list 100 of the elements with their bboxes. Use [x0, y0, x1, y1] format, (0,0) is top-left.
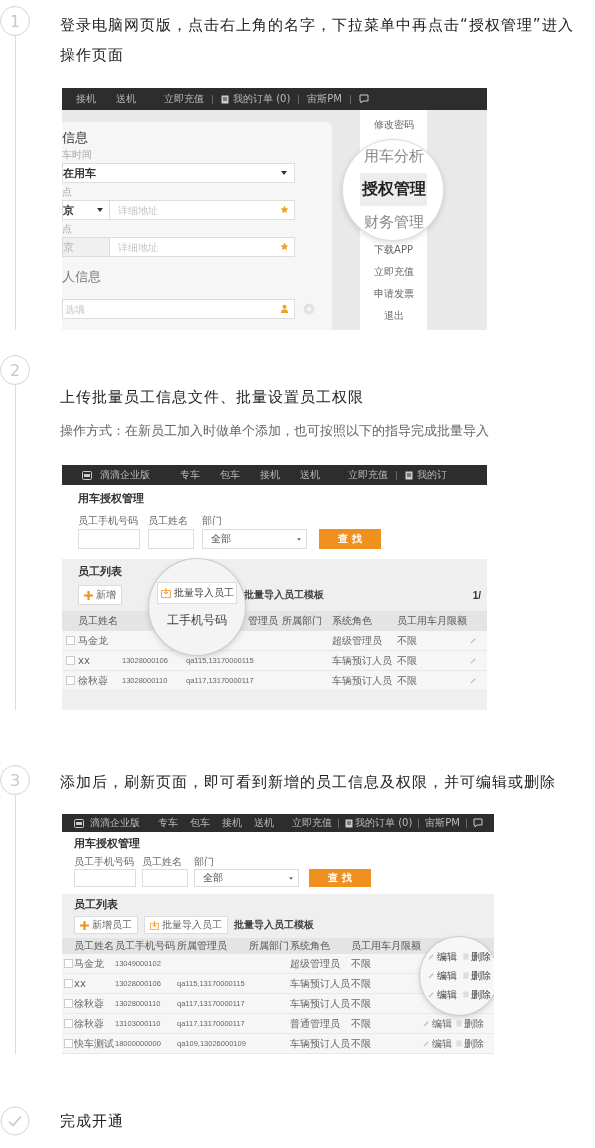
table-cell-text: 徐秋蓉: [74, 1016, 105, 1031]
edit-link[interactable]: 编辑: [427, 968, 457, 983]
table-cell-text: 超级管理员: [332, 633, 383, 648]
column-header: 所属部门: [282, 614, 323, 628]
user-name-link[interactable]: 宙斯PM: [425, 816, 460, 830]
field-label: 部门: [194, 856, 215, 867]
city-select[interactable]: 京: [62, 200, 110, 220]
nav-link[interactable]: 接机: [222, 816, 242, 830]
column-header: 所属管理员: [177, 939, 228, 953]
nav-link[interactable]: 专车: [158, 816, 178, 830]
delete-link[interactable]: 删除: [462, 949, 491, 964]
field-label: 员工手机号码: [78, 515, 139, 526]
page-indicator: 1/: [472, 589, 481, 601]
step-instruction: 添加后，刷新页面，即可看到新增的员工信息及权限，并可编辑或删除: [60, 772, 557, 793]
table-cell-text: 不限: [397, 673, 418, 688]
table-cell-text: 不限: [351, 956, 372, 971]
section-title: 人信息: [62, 269, 101, 285]
edit-link[interactable]: 编辑: [423, 1016, 452, 1031]
import-button[interactable]: 批量导入员工: [144, 916, 228, 934]
nav-link[interactable]: 接机: [76, 92, 96, 106]
edit-link[interactable]: 编辑: [427, 949, 457, 964]
nav-link[interactable]: 送机: [116, 92, 136, 106]
table-cell-text: 不限: [351, 996, 372, 1011]
step-instruction: 登录电脑网页版，点击右上角的名字，下拉菜单中再点击“授权管理”进入操作页面: [60, 15, 575, 66]
template-download-link[interactable]: 批量导入员工模板: [234, 918, 314, 932]
column-header: 管理员: [248, 614, 279, 628]
nav-link[interactable]: 送机: [254, 816, 274, 830]
recharge-link[interactable]: 立即充值: [292, 816, 332, 830]
step-instruction: 上传批量员工信息文件、批量设置员工权限: [60, 387, 365, 408]
page-title: 用车授权管理: [77, 490, 145, 507]
add-employee-button[interactable]: 新增员工: [74, 916, 138, 934]
column-header: 员工姓名: [74, 939, 115, 953]
column-header: 员工手机号码: [115, 939, 176, 953]
orders-link[interactable]: 我的订: [417, 468, 447, 482]
table-cell-text: 普通管理员: [290, 1016, 341, 1031]
template-download-link[interactable]: 批量导入员工模板: [244, 588, 324, 602]
column-header: 员工用车月限额: [397, 614, 468, 628]
table-cell-text: 马金龙: [78, 633, 109, 648]
orders-link[interactable]: 我的订单 (0): [233, 92, 291, 106]
department-select[interactable]: 全部: [194, 869, 299, 887]
time-select[interactable]: 在用车: [62, 163, 295, 183]
table-cell-text: 徐秋蓉: [74, 996, 105, 1011]
menu-item[interactable]: 用车分析: [360, 140, 427, 173]
field-label: 点: [62, 185, 72, 198]
table-cell-text: 不限: [351, 1036, 372, 1051]
field-label: 点: [62, 222, 72, 235]
recharge-link[interactable]: 立即充值: [348, 468, 388, 482]
table-cell-text: xx: [74, 978, 87, 989]
menu-item[interactable]: 立即充值: [360, 261, 427, 283]
orders-link[interactable]: 我的订单 (0): [355, 816, 413, 830]
menu-item[interactable]: 修改密码: [360, 110, 427, 140]
table-cell: 车辆预订人员: [290, 976, 351, 991]
import-button[interactable]: 批量导入员工: [157, 582, 237, 604]
table-cell-text: 不限: [397, 653, 418, 668]
menu-item[interactable]: 申请发票: [360, 283, 427, 305]
field-label: 员工姓名: [148, 515, 189, 526]
table-cell-text: 徐秋蓉: [78, 673, 109, 688]
brand-name[interactable]: 滴滴企业版: [100, 468, 150, 482]
table-cell: 快车测试: [74, 1036, 115, 1051]
column-header: 工手机号码: [167, 612, 227, 629]
delete-link[interactable]: 删除: [456, 1016, 484, 1031]
table-cell-text: 马金龙: [74, 956, 105, 971]
brand-name[interactable]: 滴滴企业版: [90, 816, 140, 830]
menu-item[interactable]: 下载APP: [360, 239, 427, 261]
nav-link[interactable]: 接机: [260, 468, 280, 482]
step-description: 操作方式：在新员工加入时做单个添加，也可按照以下的指导完成批量导入: [60, 422, 490, 440]
menu-item[interactable]: 退出: [360, 305, 427, 327]
delete-link[interactable]: 删除: [456, 1036, 484, 1051]
edit-link[interactable]: 编辑: [427, 987, 457, 1002]
menu-item[interactable]: 财务管理: [360, 206, 427, 239]
menu-item[interactable]: 授权管理: [360, 173, 427, 206]
nav-link[interactable]: 包车: [220, 468, 240, 482]
column-header: 系统角色: [290, 939, 331, 953]
column-header: 所属部门: [249, 939, 290, 953]
section-title: 员工列表: [73, 898, 119, 912]
table-cell-text: 不限: [351, 976, 372, 991]
table-cell-text: 车辆预订人员: [332, 653, 393, 668]
delete-link[interactable]: 删除: [462, 968, 491, 983]
recharge-link[interactable]: 立即充值: [164, 92, 204, 106]
nav-link[interactable]: 送机: [300, 468, 320, 482]
delete-link[interactable]: 删除: [462, 987, 491, 1002]
table-cell: 车辆预订人员: [290, 996, 351, 1011]
table-cell-text: xx: [78, 655, 91, 666]
field-label: 车时间: [62, 148, 92, 161]
nav-link[interactable]: 包车: [190, 816, 210, 830]
field-label: 员工姓名: [142, 856, 183, 867]
section-title: 信息: [62, 130, 88, 146]
edit-link[interactable]: 编辑: [423, 1036, 452, 1051]
column-header: 员工用车月限额: [351, 939, 422, 953]
add-employee-button[interactable]: 新增: [78, 585, 122, 605]
department-select[interactable]: 全部: [202, 529, 307, 549]
page-title: 用车授权管理: [73, 835, 141, 852]
section-title: 员工列表: [77, 565, 123, 579]
nav-link[interactable]: 专车: [180, 468, 200, 482]
field-label: 员工手机号码: [74, 856, 135, 867]
table-cell-text: 不限: [397, 633, 418, 648]
table-cell-text: 不限: [351, 1016, 372, 1031]
step-instruction: 完成开通: [60, 1111, 125, 1132]
user-name-link[interactable]: 宙斯PM: [307, 92, 342, 106]
field-label: 部门: [202, 515, 223, 526]
